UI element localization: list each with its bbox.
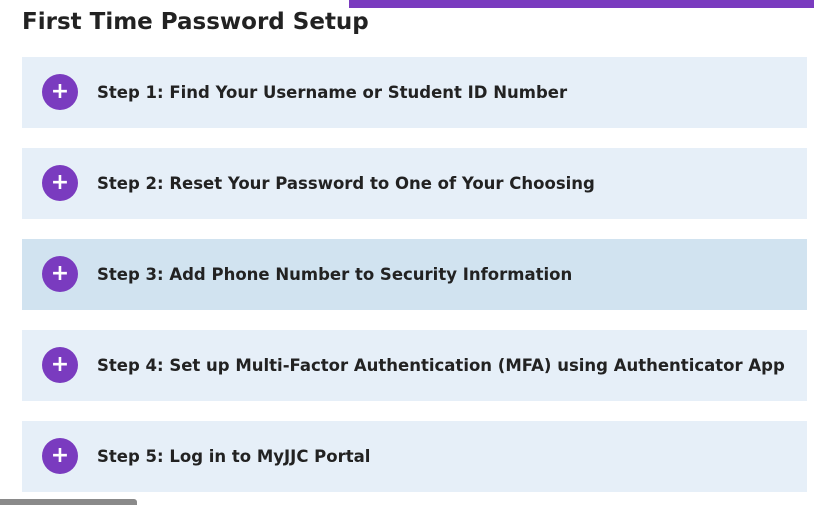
step-5-label: Step 5: Log in to MyJJC Portal — [97, 447, 371, 466]
plus-icon[interactable]: + — [42, 438, 78, 474]
plus-icon[interactable]: + — [42, 256, 78, 292]
plus-icon[interactable]: + — [42, 74, 78, 110]
plus-icon[interactable]: + — [42, 347, 78, 383]
horizontal-scrollbar[interactable] — [0, 499, 137, 505]
accordion-step-1[interactable]: + Step 1: Find Your Username or Student … — [22, 57, 807, 128]
step-3-label: Step 3: Add Phone Number to Security Inf… — [97, 265, 573, 284]
step-2-label: Step 2: Reset Your Password to One of Yo… — [97, 174, 595, 193]
top-accent-bar — [349, 0, 814, 8]
accordion-step-5[interactable]: + Step 5: Log in to MyJJC Portal — [22, 421, 807, 492]
page-title: First Time Password Setup — [22, 9, 369, 35]
accordion-step-3[interactable]: + Step 3: Add Phone Number to Security I… — [22, 239, 807, 310]
step-1-label: Step 1: Find Your Username or Student ID… — [97, 83, 568, 102]
accordion-step-4[interactable]: + Step 4: Set up Multi-Factor Authentica… — [22, 330, 807, 401]
plus-icon[interactable]: + — [42, 165, 78, 201]
accordion-step-2[interactable]: + Step 2: Reset Your Password to One of … — [22, 148, 807, 219]
page: First Time Password Setup + Step 1: Find… — [0, 0, 814, 505]
steps-accordion: + Step 1: Find Your Username or Student … — [22, 57, 807, 505]
step-4-label: Step 4: Set up Multi-Factor Authenticati… — [97, 356, 785, 375]
